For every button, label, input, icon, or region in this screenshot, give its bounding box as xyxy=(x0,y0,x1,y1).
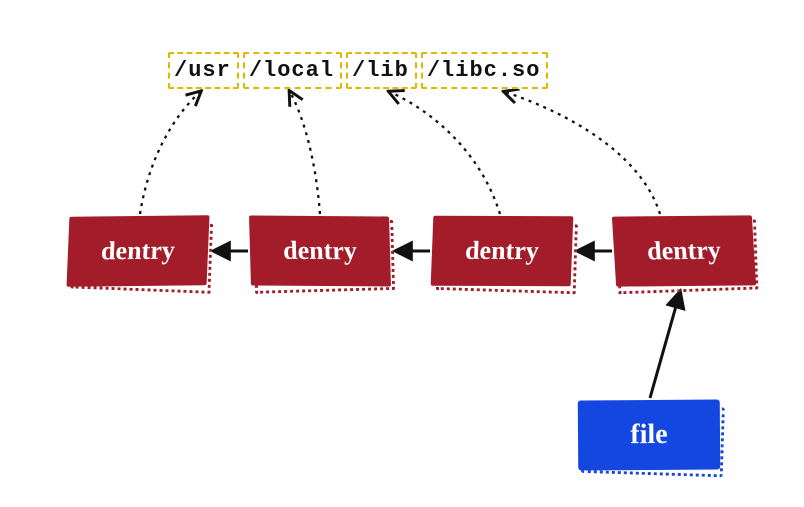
dentry-label: dentry xyxy=(249,216,391,287)
dentry-node-2: dentry xyxy=(250,216,390,286)
diagram-stage: /usr /local /lib /libc.so dentry dentry … xyxy=(0,0,804,507)
edge-dentry4-to-seg4 xyxy=(505,92,660,214)
path-segment-1: /usr xyxy=(168,52,239,89)
path-segment-2: /local xyxy=(243,52,342,89)
edge-dentry3-to-seg3 xyxy=(390,92,500,214)
edge-file-to-d4 xyxy=(650,292,680,398)
dentry-node-3: dentry xyxy=(432,216,572,286)
edge-dentry2-to-seg2 xyxy=(290,92,320,214)
dentry-label: dentry xyxy=(612,215,756,286)
dentry-label: dentry xyxy=(431,216,574,286)
dentry-node-1: dentry xyxy=(68,216,208,286)
edge-dentry1-to-seg1 xyxy=(140,92,200,214)
path-segment-3: /lib xyxy=(346,52,417,89)
file-node: file xyxy=(578,400,720,470)
path-segment-4: /libc.so xyxy=(421,52,549,89)
file-label: file xyxy=(578,400,720,471)
path-segments: /usr /local /lib /libc.so xyxy=(168,52,548,89)
dentry-label: dentry xyxy=(66,215,209,286)
dentry-row: dentry dentry dentry dentry xyxy=(68,216,754,286)
dentry-node-4: dentry xyxy=(614,216,754,286)
